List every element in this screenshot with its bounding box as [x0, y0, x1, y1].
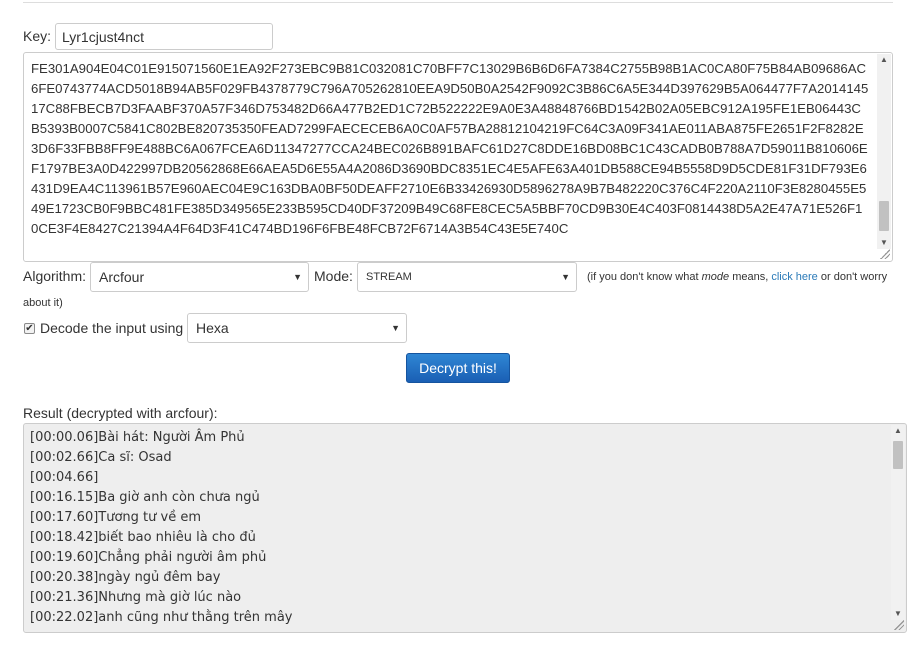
chevron-down-icon: ▼	[561, 272, 570, 282]
click-here-link[interactable]: click here	[771, 271, 817, 283]
algorithm-selected-value: Arcfour	[99, 269, 145, 285]
result-line: [00:21.36]Nhưng mà giờ lúc nào	[30, 590, 242, 605]
mode-select[interactable]: STREAM ▼	[357, 262, 577, 292]
mode-hint: (if you don't know what mode means, clic…	[587, 271, 887, 283]
key-input[interactable]	[55, 23, 273, 50]
resize-grip-icon[interactable]	[880, 249, 890, 259]
result-line: [00:04.66]	[30, 470, 99, 485]
scroll-thumb[interactable]	[893, 441, 903, 469]
result-line: [00:20.38]ngày ngủ đêm bay	[30, 570, 221, 585]
result-line: [00:22.02]anh cũng như thằng trên mây	[30, 610, 293, 625]
result-textarea[interactable]: [00:00.06]Bài hát: Người Âm Phủ [00:02.66…	[23, 423, 907, 633]
mode-hint-text: means,	[732, 271, 769, 283]
mode-hint-text: or don't worry	[820, 271, 888, 283]
scroll-up-arrow-icon[interactable]: ▲	[877, 54, 891, 66]
result-line: [00:18.42]biết bao nhiêu là cho đủ	[30, 530, 256, 545]
result-line: [00:19.60]Chẳng phải người âm phủ	[30, 550, 267, 565]
mode-label: Mode:	[314, 268, 353, 284]
ciphertext-scrollbar[interactable]: ▲ ▼	[877, 54, 891, 249]
scroll-down-arrow-icon[interactable]: ▼	[877, 237, 891, 249]
mode-hint-continued: about it)	[23, 297, 63, 309]
top-divider	[23, 0, 893, 3]
result-line: [00:16.15]Ba giờ anh còn chưa ngủ	[30, 490, 260, 505]
decode-label: Decode the input using	[40, 320, 184, 336]
mode-hint-emphasis: mode	[701, 271, 730, 283]
result-line: [00:00.06]Bài hát: Người Âm Phủ	[30, 430, 245, 445]
mode-selected-value: STREAM	[366, 271, 412, 283]
scroll-thumb[interactable]	[879, 201, 889, 231]
algorithm-label: Algorithm:	[23, 268, 87, 284]
result-line: [00:02.66]Ca sĩ: Osad	[30, 450, 172, 465]
scroll-up-arrow-icon[interactable]: ▲	[891, 425, 905, 437]
decrypt-button[interactable]: Decrypt this!	[406, 353, 510, 383]
result-lines: [00:00.06]Bài hát: Người Âm Phủ [00:02.66…	[30, 428, 293, 628]
ciphertext-textarea[interactable]: FE301A904E04C01E915071560E1EA92F273EBC9B…	[23, 52, 893, 262]
result-scrollbar[interactable]: ▲ ▼	[891, 425, 905, 620]
resize-grip-icon[interactable]	[894, 620, 904, 630]
chevron-down-icon: ▼	[293, 272, 302, 282]
chevron-down-icon: ▼	[391, 323, 400, 333]
mode-hint-text: (if you don't know what	[587, 271, 699, 283]
algorithm-select[interactable]: Arcfour ▼	[90, 262, 309, 292]
key-label: Key:	[23, 28, 52, 44]
decode-checkbox[interactable]: ✔	[24, 323, 35, 334]
decode-selected-value: Hexa	[196, 320, 229, 336]
decode-format-select[interactable]: Hexa ▼	[187, 313, 407, 343]
result-line: [00:17.60]Tương tư về em	[30, 510, 201, 525]
ciphertext-text[interactable]: FE301A904E04C01E915071560E1EA92F273EBC9B…	[31, 59, 869, 239]
result-label: Result (decrypted with arcfour):	[23, 405, 218, 421]
scroll-down-arrow-icon[interactable]: ▼	[891, 608, 905, 620]
